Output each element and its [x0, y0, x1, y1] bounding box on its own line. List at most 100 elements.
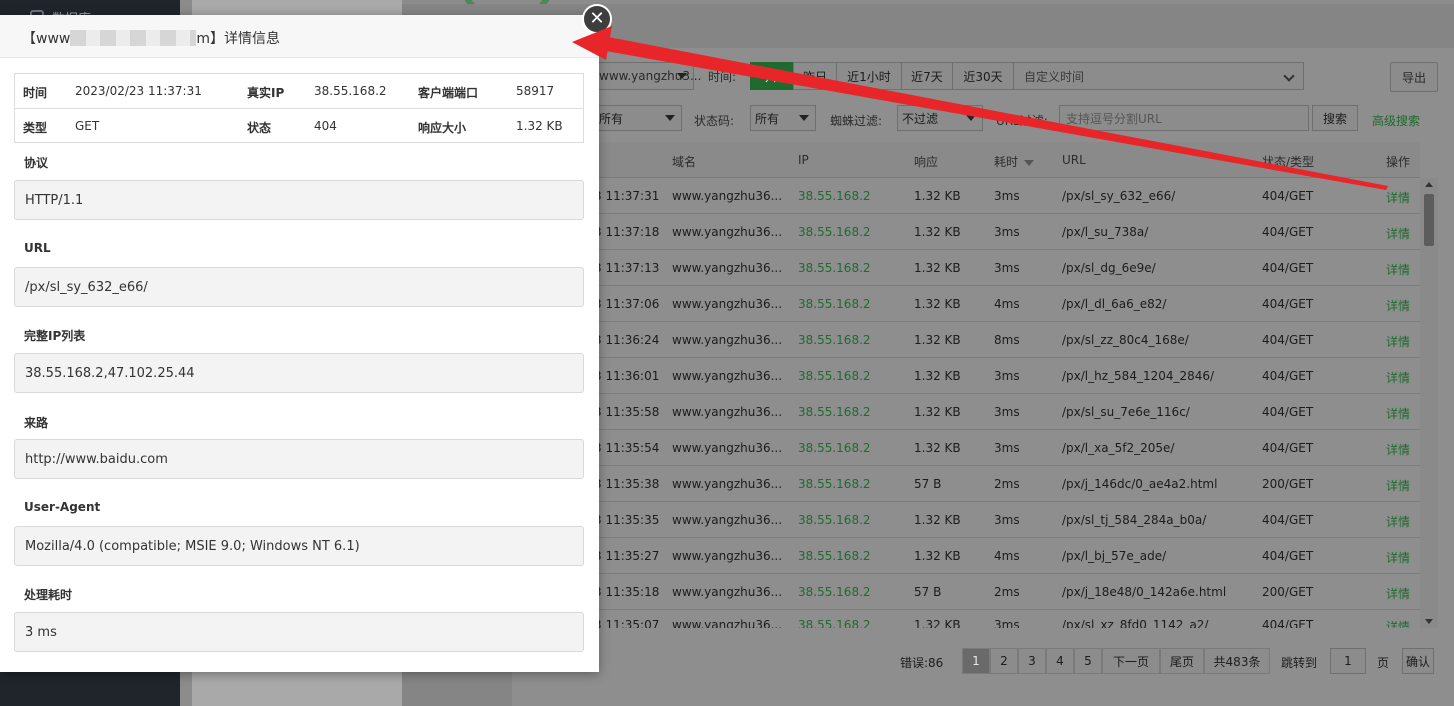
page-4[interactable]: 4 [1046, 648, 1074, 674]
row-ip[interactable]: 38.55.168.2 [798, 297, 871, 311]
process-time-field[interactable]: 3 ms [14, 612, 584, 652]
row-size: 1.32 KB [914, 513, 961, 527]
row-ip[interactable]: 38.55.168.2 [798, 585, 871, 599]
row-ip[interactable]: 38.55.168.2 [798, 513, 871, 527]
row-detail-link[interactable]: 详情 [1386, 585, 1410, 602]
export-button[interactable]: 导出 [1390, 62, 1438, 92]
jump-page-input[interactable]: 1 [1330, 648, 1366, 674]
scroll-thumb[interactable] [1424, 194, 1434, 246]
row-size: 1.32 KB [914, 441, 961, 455]
col-url: URL [1062, 153, 1086, 167]
row-size: 1.32 KB [914, 333, 961, 347]
time-btn-today[interactable]: 今日 [750, 62, 794, 90]
row-url: /px/l_xa_5f2_205e/ [1062, 441, 1175, 455]
row-time: 3 11:36:24 [594, 333, 660, 347]
time-btn-7days[interactable]: 近7天 [901, 62, 953, 90]
row-time: 3 11:35:54 [594, 441, 660, 455]
row-detail-link[interactable]: 详情 [1386, 369, 1410, 386]
row-size: 1.32 KB [914, 369, 961, 383]
row-ip[interactable]: 38.55.168.2 [798, 369, 871, 383]
page-3[interactable]: 3 [1018, 648, 1046, 674]
row-ip[interactable]: 38.55.168.2 [798, 225, 871, 239]
table-row: 3 11:35:35 www.yangzhu36... 38.55.168.2 … [594, 502, 1420, 538]
spider-filter-label: 蜘蛛过滤: [830, 114, 883, 128]
row-ip[interactable]: 38.55.168.2 [798, 261, 871, 275]
row-detail-link[interactable]: 详情 [1386, 189, 1410, 206]
time-btn-30days[interactable]: 近30天 [952, 62, 1014, 90]
row-domain: www.yangzhu36... [672, 441, 783, 455]
table-row: 3 11:36:01 www.yangzhu36... 38.55.168.2 … [594, 358, 1420, 394]
next-page-button[interactable]: 下一页 [1102, 648, 1160, 674]
row-status: 404/GET [1262, 405, 1314, 419]
row-detail-link[interactable]: 详情 [1386, 297, 1410, 314]
row-ip[interactable]: 38.55.168.2 [798, 405, 871, 419]
table-row: 3 11:35:18 www.yangzhu36... 38.55.168.2 … [594, 574, 1420, 610]
row-url: /px/sl_sy_632_e66/ [1062, 189, 1176, 203]
row-duration: 3ms [994, 618, 1020, 628]
ip-list-field[interactable]: 38.55.168.2,47.102.25.44 [14, 353, 584, 393]
time-btn-yesterday[interactable]: 昨日 [793, 62, 837, 90]
row-size: 1.32 KB [914, 225, 961, 239]
url-field[interactable]: /px/sl_sy_632_e66/ [14, 267, 584, 307]
row-duration: 3ms [994, 513, 1020, 527]
time-btn-1hour[interactable]: 近1小时 [836, 62, 902, 90]
custom-time-picker[interactable]: 自定义时间 [1013, 62, 1304, 90]
search-button[interactable]: 搜索 [1312, 105, 1358, 131]
row-url: /px/j_18e48/0_142a6e.html [1062, 585, 1227, 599]
row-url: /px/l_bj_57e_ade/ [1062, 549, 1167, 563]
table-scrollbar[interactable] [1420, 178, 1438, 628]
row-time: 3 11:36:01 [594, 369, 660, 383]
user-agent-field[interactable]: Mozilla/4.0 (compatible; MSIE 9.0; Windo… [14, 526, 584, 566]
page-1[interactable]: 1 [962, 648, 990, 674]
row-status: 404/GET [1262, 618, 1314, 628]
page-5[interactable]: 5 [1074, 648, 1102, 674]
row-size: 1.32 KB [914, 549, 961, 563]
info-ip-key: 真实IP [247, 86, 285, 100]
scroll-down-icon[interactable] [1425, 619, 1433, 624]
url-filter-label: URL过滤: [996, 114, 1048, 128]
row-ip[interactable]: 38.55.168.2 [798, 333, 871, 347]
row-detail-link[interactable]: 详情 [1386, 513, 1410, 530]
ip-list-value: 38.55.168.2,47.102.25.44 [25, 365, 195, 381]
referer-field[interactable]: http://www.baidu.com [14, 439, 584, 479]
row-time: 3 11:37:13 [594, 261, 660, 275]
chevron-down-icon [1283, 70, 1295, 82]
row-detail-link[interactable]: 详情 [1386, 441, 1410, 458]
last-page-button[interactable]: 尾页 [1160, 648, 1204, 674]
row-detail-link[interactable]: 详情 [1386, 333, 1410, 350]
url-filter-placeholder: 支持逗号分割URL [1066, 111, 1162, 126]
url-filter-input[interactable]: 支持逗号分割URL [1059, 105, 1309, 131]
protocol-field[interactable]: HTTP/1.1 [14, 180, 584, 220]
page-2[interactable]: 2 [990, 648, 1018, 674]
row-duration: 8ms [994, 333, 1020, 347]
ip-filter-select[interactable]: 所有 [594, 105, 682, 131]
spider-filter-select[interactable]: 不过滤 [897, 105, 983, 131]
row-detail-link[interactable]: 详情 [1386, 225, 1410, 242]
jump-confirm-button[interactable]: 确认 [1402, 648, 1434, 674]
row-ip[interactable]: 38.55.168.2 [798, 477, 871, 491]
status-code-select[interactable]: 所有 [750, 105, 816, 131]
row-detail-link[interactable]: 详情 [1386, 477, 1410, 494]
row-duration: 2ms [994, 477, 1020, 491]
row-ip[interactable]: 38.55.168.2 [798, 441, 871, 455]
row-url: /px/l_su_738a/ [1062, 225, 1149, 239]
row-detail-link[interactable]: 详情 [1386, 405, 1410, 422]
col-status: 状态/类型 [1262, 155, 1315, 169]
row-detail-link[interactable]: 详情 [1386, 549, 1410, 566]
advanced-search-link[interactable]: 高级搜索 [1372, 112, 1420, 129]
row-detail-link[interactable]: 详情 [1386, 618, 1410, 628]
row-status: 200/GET [1262, 477, 1314, 491]
row-ip[interactable]: 38.55.168.2 [798, 549, 871, 563]
site-select[interactable]: www.yangzhu3... [594, 62, 701, 90]
row-detail-link[interactable]: 详情 [1386, 261, 1410, 278]
scroll-up-icon[interactable] [1425, 182, 1433, 187]
col-duration[interactable]: 耗时 [994, 153, 1035, 170]
row-ip[interactable]: 38.55.168.2 [798, 618, 871, 628]
row-url: /px/sl_xz_8fd0_1142_a2/ [1062, 618, 1209, 628]
info-status-value: 404 [314, 119, 337, 133]
info-port-value: 58917 [516, 84, 555, 98]
dialog-close-button[interactable]: ✕ [582, 4, 612, 34]
row-status: 404/GET [1262, 513, 1314, 527]
row-duration: 3ms [994, 189, 1020, 203]
row-ip[interactable]: 38.55.168.2 [798, 189, 871, 203]
